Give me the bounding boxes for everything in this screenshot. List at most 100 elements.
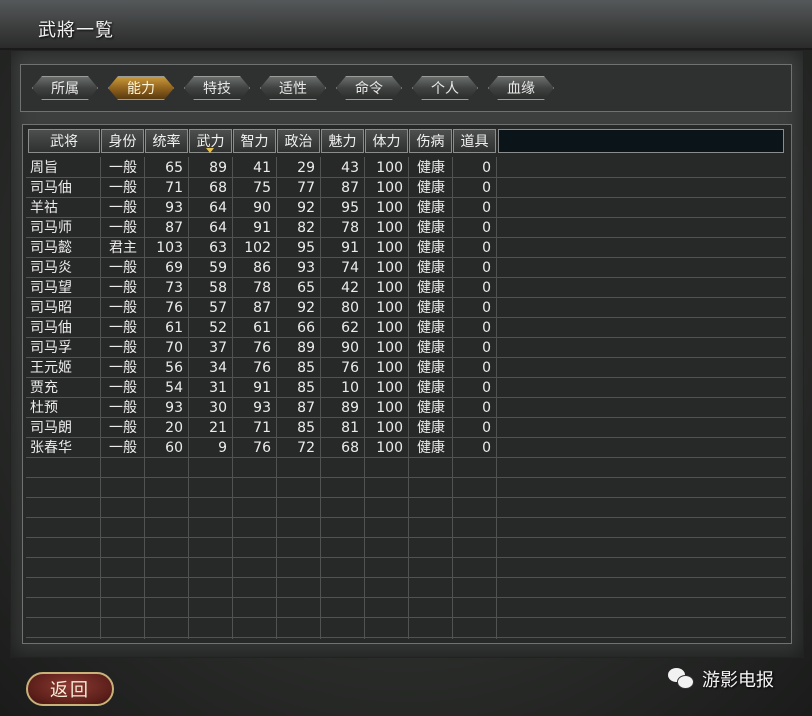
cell-injury: 健康 — [417, 440, 445, 456]
cell-item-count: 0 — [482, 380, 491, 396]
cell-charm: 89 — [341, 400, 359, 416]
cell-leadership: 71 — [165, 180, 183, 196]
cell-item-count: 0 — [482, 440, 491, 456]
cell-politics: 29 — [297, 160, 315, 176]
grid-row-line — [26, 478, 786, 498]
cell-officer-name: 司马朗 — [30, 420, 72, 436]
cell-stamina: 100 — [376, 200, 403, 216]
cell-item-count: 0 — [482, 260, 491, 276]
cell-stamina: 100 — [376, 300, 403, 316]
cell-intelligence: 76 — [253, 340, 271, 356]
tab-skills[interactable]: 特技 — [184, 76, 250, 100]
grid-row-line — [26, 618, 786, 638]
cell-politics: 85 — [297, 360, 315, 376]
cell-rank: 一般 — [109, 180, 137, 196]
wechat-icon — [668, 668, 694, 690]
cell-war: 89 — [209, 160, 227, 176]
grid-row-line — [26, 558, 786, 578]
cell-rank: 一般 — [109, 280, 137, 296]
column-header-politics[interactable]: 政治 — [277, 129, 320, 153]
cell-war: 9 — [218, 440, 227, 456]
tab-aptitude[interactable]: 适性 — [260, 76, 326, 100]
cell-politics: 92 — [297, 300, 315, 316]
column-header-intelligence[interactable]: 智力 — [233, 129, 276, 153]
cell-item-count: 0 — [482, 180, 491, 196]
cell-politics: 95 — [297, 240, 315, 256]
column-header-stamina[interactable]: 体力 — [365, 129, 408, 153]
cell-intelligence: 61 — [253, 320, 271, 336]
cell-leadership: 93 — [165, 200, 183, 216]
back-button[interactable]: 返回 — [26, 672, 114, 706]
cell-leadership: 65 — [165, 160, 183, 176]
cell-intelligence: 78 — [253, 280, 271, 296]
cell-injury: 健康 — [417, 220, 445, 236]
cell-politics: 89 — [297, 340, 315, 356]
cell-intelligence: 76 — [253, 440, 271, 456]
cell-injury: 健康 — [417, 300, 445, 316]
tab-affiliation[interactable]: 所属 — [32, 76, 98, 100]
cell-rank: 一般 — [109, 420, 137, 436]
cell-war: 63 — [209, 240, 227, 256]
cell-injury: 健康 — [417, 340, 445, 356]
cell-politics: 85 — [297, 380, 315, 396]
cell-war: 30 — [209, 400, 227, 416]
cell-charm: 62 — [341, 320, 359, 336]
column-header-officer[interactable]: 武将 — [28, 129, 100, 153]
watermark: 游影电报 — [668, 666, 774, 692]
cell-politics: 85 — [297, 420, 315, 436]
cell-injury: 健康 — [417, 240, 445, 256]
cell-charm: 78 — [341, 220, 359, 236]
tab-bloodline[interactable]: 血缘 — [488, 76, 554, 100]
column-header-item[interactable]: 道具 — [453, 129, 496, 153]
cell-item-count: 0 — [482, 420, 491, 436]
cell-charm: 76 — [341, 360, 359, 376]
tab-ability[interactable]: 能力 — [108, 76, 174, 100]
cell-officer-name: 司马孚 — [30, 340, 72, 356]
cell-stamina: 100 — [376, 340, 403, 356]
cell-item-count: 0 — [482, 220, 491, 236]
cell-stamina: 100 — [376, 420, 403, 436]
tab-personal[interactable]: 个人 — [412, 76, 478, 100]
cell-stamina: 100 — [376, 320, 403, 336]
cell-politics: 72 — [297, 440, 315, 456]
cell-intelligence: 102 — [244, 240, 271, 256]
window-title: 武將一覧 — [38, 20, 114, 41]
cell-officer-name: 司马望 — [30, 280, 72, 296]
cell-rank: 一般 — [109, 160, 137, 176]
cell-war: 57 — [209, 300, 227, 316]
cell-injury: 健康 — [417, 380, 445, 396]
cell-injury: 健康 — [417, 420, 445, 436]
cell-rank: 一般 — [109, 300, 137, 316]
sort-indicator-icon — [206, 148, 214, 153]
cell-war: 64 — [209, 220, 227, 236]
cell-injury: 健康 — [417, 260, 445, 276]
column-header-charm[interactable]: 魅力 — [321, 129, 364, 153]
tab-command[interactable]: 命令 — [336, 76, 402, 100]
cell-stamina: 100 — [376, 160, 403, 176]
column-header-leadership[interactable]: 统率 — [145, 129, 188, 153]
cell-charm: 87 — [341, 180, 359, 196]
cell-officer-name: 羊祜 — [30, 200, 58, 216]
grid-row-line — [26, 518, 786, 538]
grid-row-line — [26, 498, 786, 518]
column-header-rank[interactable]: 身份 — [101, 129, 144, 153]
cell-intelligence: 91 — [253, 380, 271, 396]
cell-intelligence: 75 — [253, 180, 271, 196]
cell-injury: 健康 — [417, 400, 445, 416]
cell-politics: 87 — [297, 400, 315, 416]
cell-leadership: 76 — [165, 300, 183, 316]
cell-war: 37 — [209, 340, 227, 356]
cell-officer-name: 司马懿 — [30, 240, 72, 256]
cell-rank: 一般 — [109, 320, 137, 336]
cell-charm: 90 — [341, 340, 359, 356]
cell-officer-name: 张春华 — [30, 440, 72, 456]
cell-politics: 93 — [297, 260, 315, 276]
cell-leadership: 61 — [165, 320, 183, 336]
cell-rank: 一般 — [109, 340, 137, 356]
cell-charm: 81 — [341, 420, 359, 436]
cell-charm: 10 — [341, 380, 359, 396]
column-header-injury[interactable]: 伤病 — [409, 129, 452, 153]
cell-stamina: 100 — [376, 240, 403, 256]
cell-injury: 健康 — [417, 180, 445, 196]
cell-politics: 92 — [297, 200, 315, 216]
